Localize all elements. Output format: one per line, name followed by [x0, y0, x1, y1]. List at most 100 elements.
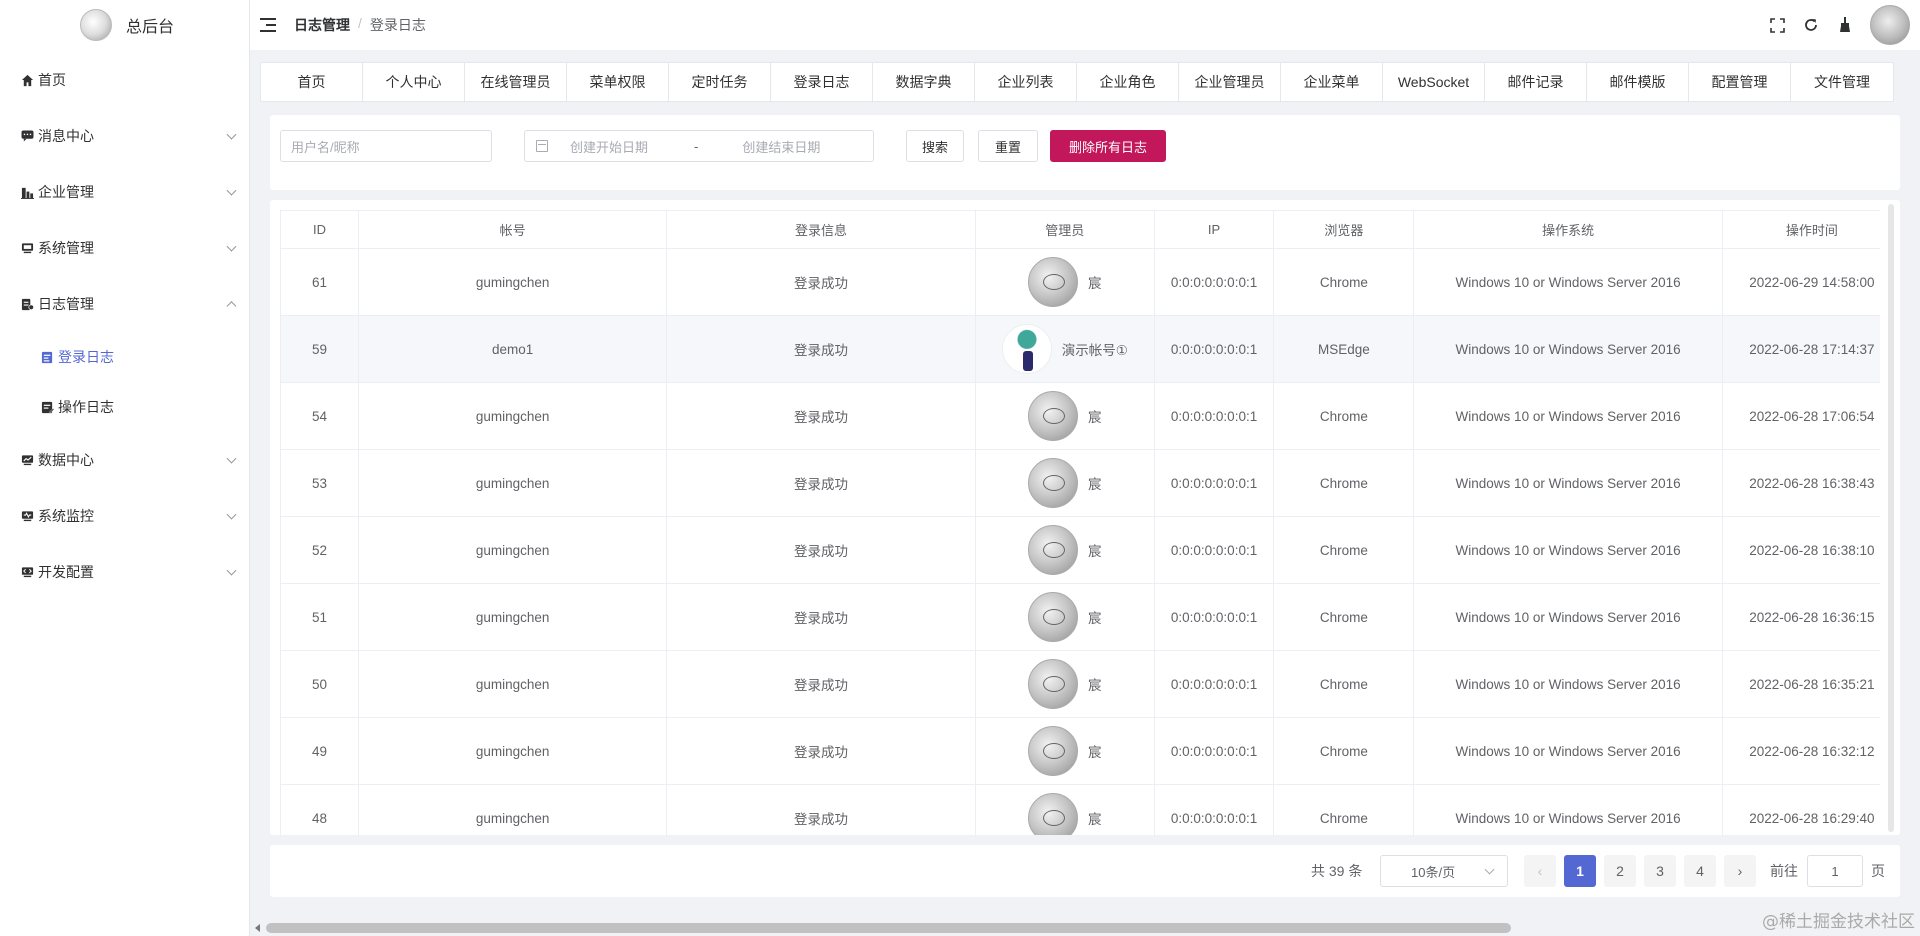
next-page-button[interactable]: ›	[1724, 855, 1756, 887]
search-button[interactable]: 搜索	[906, 130, 964, 162]
tag-login-log[interactable]: 登录日志	[771, 63, 873, 101]
date-range-picker[interactable]: 创建开始日期 - 创建结束日期	[524, 130, 874, 162]
prev-page-button[interactable]: ‹	[1524, 855, 1556, 887]
table-row[interactable]: 61 gumingchen 登录成功 宸 0:0:0:0:0:0:0:1 Chr…	[280, 248, 1880, 316]
page-size-select[interactable]: 10条/页	[1380, 855, 1508, 887]
sidebar-item-system[interactable]: 系统管理	[0, 220, 249, 276]
tag-enterprise-admins[interactable]: 企业管理员	[1179, 63, 1281, 101]
table-row[interactable]: 48 gumingchen 登录成功 宸 0:0:0:0:0:0:0:1 Chr…	[280, 784, 1880, 835]
table-row[interactable]: 54 gumingchen 登录成功 宸 0:0:0:0:0:0:0:1 Chr…	[280, 382, 1880, 450]
page-3-button[interactable]: 3	[1644, 855, 1676, 887]
logo-avatar-icon	[80, 9, 112, 41]
cell-admin: 宸	[974, 248, 1155, 316]
column-header-os[interactable]: 操作系统	[1413, 210, 1723, 249]
tag-config-management[interactable]: 配置管理	[1689, 63, 1791, 101]
cell-login-info: 登录成功	[666, 315, 976, 383]
sidebar-item-message-center[interactable]: 消息中心	[0, 108, 249, 164]
tag-mail-records[interactable]: 邮件记录	[1485, 63, 1587, 101]
clean-brush-icon[interactable]	[1836, 16, 1854, 34]
table-row[interactable]: 51 gumingchen 登录成功 宸 0:0:0:0:0:0:0:1 Chr…	[280, 583, 1880, 651]
tag-enterprise-roles[interactable]: 企业角色	[1077, 63, 1179, 101]
cell-browser: Chrome	[1273, 382, 1415, 450]
table-row[interactable]: 59 demo1 登录成功 演示帐号① 0:0:0:0:0:0:0:1 MSEd…	[280, 315, 1880, 383]
cell-login-info: 登录成功	[666, 382, 976, 450]
column-header-login-info[interactable]: 登录信息	[666, 210, 976, 249]
goto-page-input[interactable]: 1	[1807, 855, 1863, 887]
column-header-id[interactable]: ID	[280, 210, 359, 249]
home-icon	[20, 73, 34, 87]
admin-avatar	[1028, 659, 1079, 709]
dev-config-icon	[20, 565, 34, 579]
cell-browser: MSEdge	[1273, 315, 1415, 383]
column-header-admin[interactable]: 管理员	[974, 210, 1155, 249]
table-row[interactable]: 50 gumingchen 登录成功 宸 0:0:0:0:0:0:0:1 Chr…	[280, 650, 1880, 718]
tag-online-admins[interactable]: 在线管理员	[465, 63, 567, 101]
horizontal-scrollbar[interactable]	[250, 918, 1920, 936]
table-row[interactable]: 53 gumingchen 登录成功 宸 0:0:0:0:0:0:0:1 Chr…	[280, 449, 1880, 517]
vertical-scrollbar[interactable]	[1888, 204, 1894, 832]
cell-login-info: 登录成功	[666, 449, 976, 517]
tag-websocket[interactable]: WebSocket	[1383, 63, 1485, 101]
pagination-total: 共 39 条	[1311, 863, 1363, 879]
username-input[interactable]: 用户名/昵称	[280, 130, 492, 162]
sidebar-item-data-center[interactable]: 数据中心	[0, 432, 249, 488]
table-row[interactable]: 52 gumingchen 登录成功 宸 0:0:0:0:0:0:0:1 Chr…	[280, 516, 1880, 584]
sidebar-item-enterprise[interactable]: 企业管理	[0, 164, 249, 220]
column-header-browser[interactable]: 浏览器	[1273, 210, 1415, 249]
tag-data-dictionary[interactable]: 数据字典	[873, 63, 975, 101]
tag-file-management[interactable]: 文件管理	[1791, 63, 1893, 101]
cell-id: 61	[280, 248, 359, 316]
table-row[interactable]: 49 gumingchen 登录成功 宸 0:0:0:0:0:0:0:1 Chr…	[280, 717, 1880, 785]
table-scroll-area[interactable]: ID 帐号 登录信息 管理员 IP 浏览器 操作系统 操作时间 61 gumin…	[280, 210, 1880, 835]
column-header-ip[interactable]: IP	[1153, 210, 1275, 249]
tags-view: 首页 个人中心 在线管理员 菜单权限 定时任务 登录日志 数据字典 企业列表 企…	[260, 62, 1894, 102]
sidebar-item-operation-log[interactable]: 操作日志	[0, 382, 249, 432]
page-1-button[interactable]: 1	[1564, 855, 1596, 887]
admin-avatar	[1028, 257, 1079, 307]
sidebar-item-dev-config[interactable]: 开发配置	[0, 544, 249, 600]
login-log-table: ID 帐号 登录信息 管理员 IP 浏览器 操作系统 操作时间 61 gumin…	[280, 210, 1880, 835]
tag-profile[interactable]: 个人中心	[363, 63, 465, 101]
top-right-actions	[1768, 5, 1910, 45]
cell-login-info: 登录成功	[666, 516, 976, 584]
horizontal-scrollbar-thumb[interactable]	[266, 923, 1511, 933]
message-icon	[20, 129, 34, 143]
user-avatar[interactable]	[1870, 5, 1910, 45]
sidebar-item-system-monitor[interactable]: 系统监控	[0, 488, 249, 544]
breadcrumb-parent[interactable]: 日志管理	[294, 15, 350, 35]
fullscreen-icon[interactable]	[1768, 16, 1786, 34]
cell-id: 51	[280, 583, 359, 651]
end-date-input[interactable]: 创建结束日期	[742, 137, 820, 156]
cell-admin: 宸	[974, 382, 1155, 450]
cell-login-info: 登录成功	[666, 650, 976, 718]
sidebar-item-home[interactable]: 首页	[0, 52, 249, 108]
tag-enterprise-menu[interactable]: 企业菜单	[1281, 63, 1383, 101]
page-4-button[interactable]: 4	[1684, 855, 1716, 887]
tag-home[interactable]: 首页	[261, 63, 363, 101]
reset-button[interactable]: 重置	[978, 130, 1038, 162]
page-2-button[interactable]: 2	[1604, 855, 1636, 887]
cell-ip: 0:0:0:0:0:0:0:1	[1153, 717, 1275, 785]
column-header-account[interactable]: 帐号	[357, 210, 668, 249]
chevron-down-icon	[226, 509, 237, 520]
sidebar-item-log-management[interactable]: 日志管理	[0, 276, 249, 332]
start-date-input[interactable]: 创建开始日期	[570, 137, 648, 156]
cell-browser: Chrome	[1273, 248, 1415, 316]
tag-menu-permissions[interactable]: 菜单权限	[567, 63, 669, 101]
scroll-left-arrow-icon[interactable]	[255, 924, 260, 932]
sidebar: 总后台 首页 消息中心 企业管理 系统管理 日志管理 登录日志 操作日志 数据中…	[0, 0, 250, 936]
menu-fold-icon[interactable]	[260, 18, 276, 32]
page-suffix-label: 页	[1871, 863, 1885, 879]
cell-account: gumingchen	[357, 449, 668, 517]
sidebar-item-login-log[interactable]: 登录日志	[0, 332, 249, 382]
cell-ip: 0:0:0:0:0:0:0:1	[1153, 315, 1275, 383]
delete-all-logs-button[interactable]: 删除所有日志	[1050, 130, 1166, 162]
tag-mail-templates[interactable]: 邮件模版	[1587, 63, 1689, 101]
logo[interactable]: 总后台	[0, 0, 249, 50]
sidebar-item-label: 首页	[38, 72, 66, 88]
monitor-icon	[20, 509, 34, 523]
tag-scheduled-tasks[interactable]: 定时任务	[669, 63, 771, 101]
refresh-icon[interactable]	[1802, 16, 1820, 34]
column-header-time[interactable]: 操作时间	[1721, 210, 1880, 249]
tag-enterprise-list[interactable]: 企业列表	[975, 63, 1077, 101]
